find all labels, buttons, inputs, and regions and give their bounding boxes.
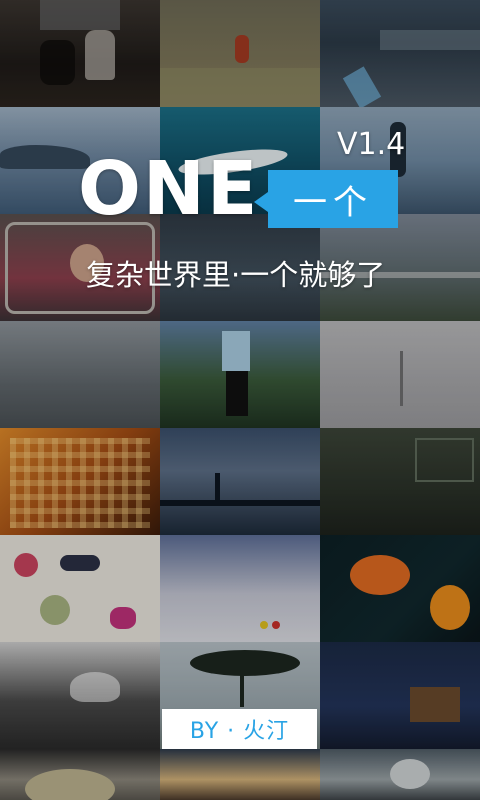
app-name-badge: 一个 bbox=[254, 170, 398, 228]
splash-overlay: ONE V1.4 一个 复杂世界里·一个就够了 BY · 火汀 bbox=[0, 0, 480, 800]
author-credit-label: BY · 火汀 bbox=[189, 719, 290, 744]
speech-bubble-tail-icon bbox=[254, 192, 268, 212]
app-title: ONE bbox=[78, 146, 260, 232]
version-label: V1.4 bbox=[337, 127, 406, 162]
app-name-badge-label: 一个 bbox=[293, 182, 373, 223]
tagline: 复杂世界里·一个就够了 bbox=[86, 258, 386, 292]
author-credit: BY · 火汀 bbox=[162, 709, 317, 749]
